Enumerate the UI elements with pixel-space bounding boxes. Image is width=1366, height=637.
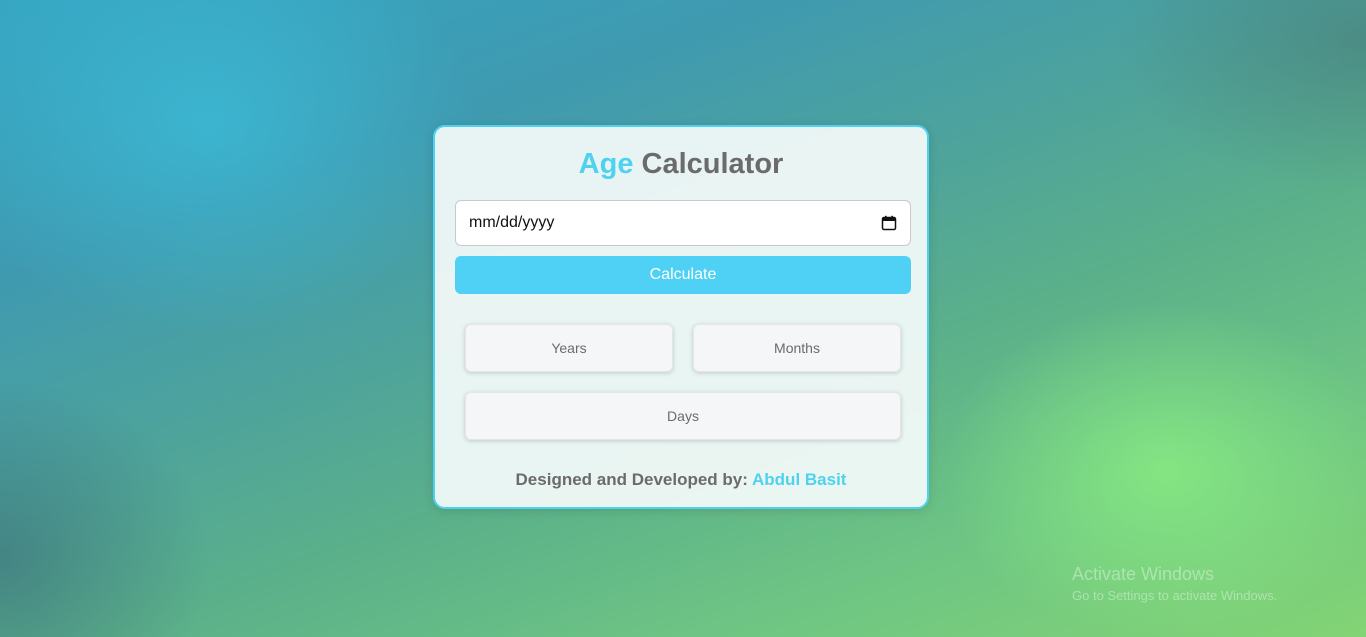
windows-activation-watermark: Activate Windows Go to Settings to activ… (1072, 563, 1277, 605)
title-accent: Age (578, 148, 634, 180)
page-title: Age Calculator (435, 146, 927, 182)
months-result: Months (693, 324, 901, 372)
watermark-title: Activate Windows (1072, 564, 1215, 584)
credits-prefix: Designed and Developed by: (515, 470, 748, 489)
date-input-placeholder: mm/dd/yyyy (469, 214, 555, 231)
credits-footer: Designed and Developed by: Abdul Basit (435, 470, 927, 490)
years-result: Years (465, 324, 673, 372)
calendar-icon[interactable] (881, 215, 897, 231)
author-link[interactable]: Abdul Basit (752, 470, 846, 489)
watermark-subtitle: Go to Settings to activate Windows. (1072, 588, 1278, 603)
calculate-button[interactable]: Calculate (455, 256, 911, 294)
birth-date-input[interactable]: mm/dd/yyyy (455, 200, 911, 246)
days-result: Days (465, 392, 901, 440)
title-rest: Calculator (641, 148, 784, 180)
age-calculator-card: Age Calculator mm/dd/yyyy Calculate Year… (433, 125, 929, 509)
